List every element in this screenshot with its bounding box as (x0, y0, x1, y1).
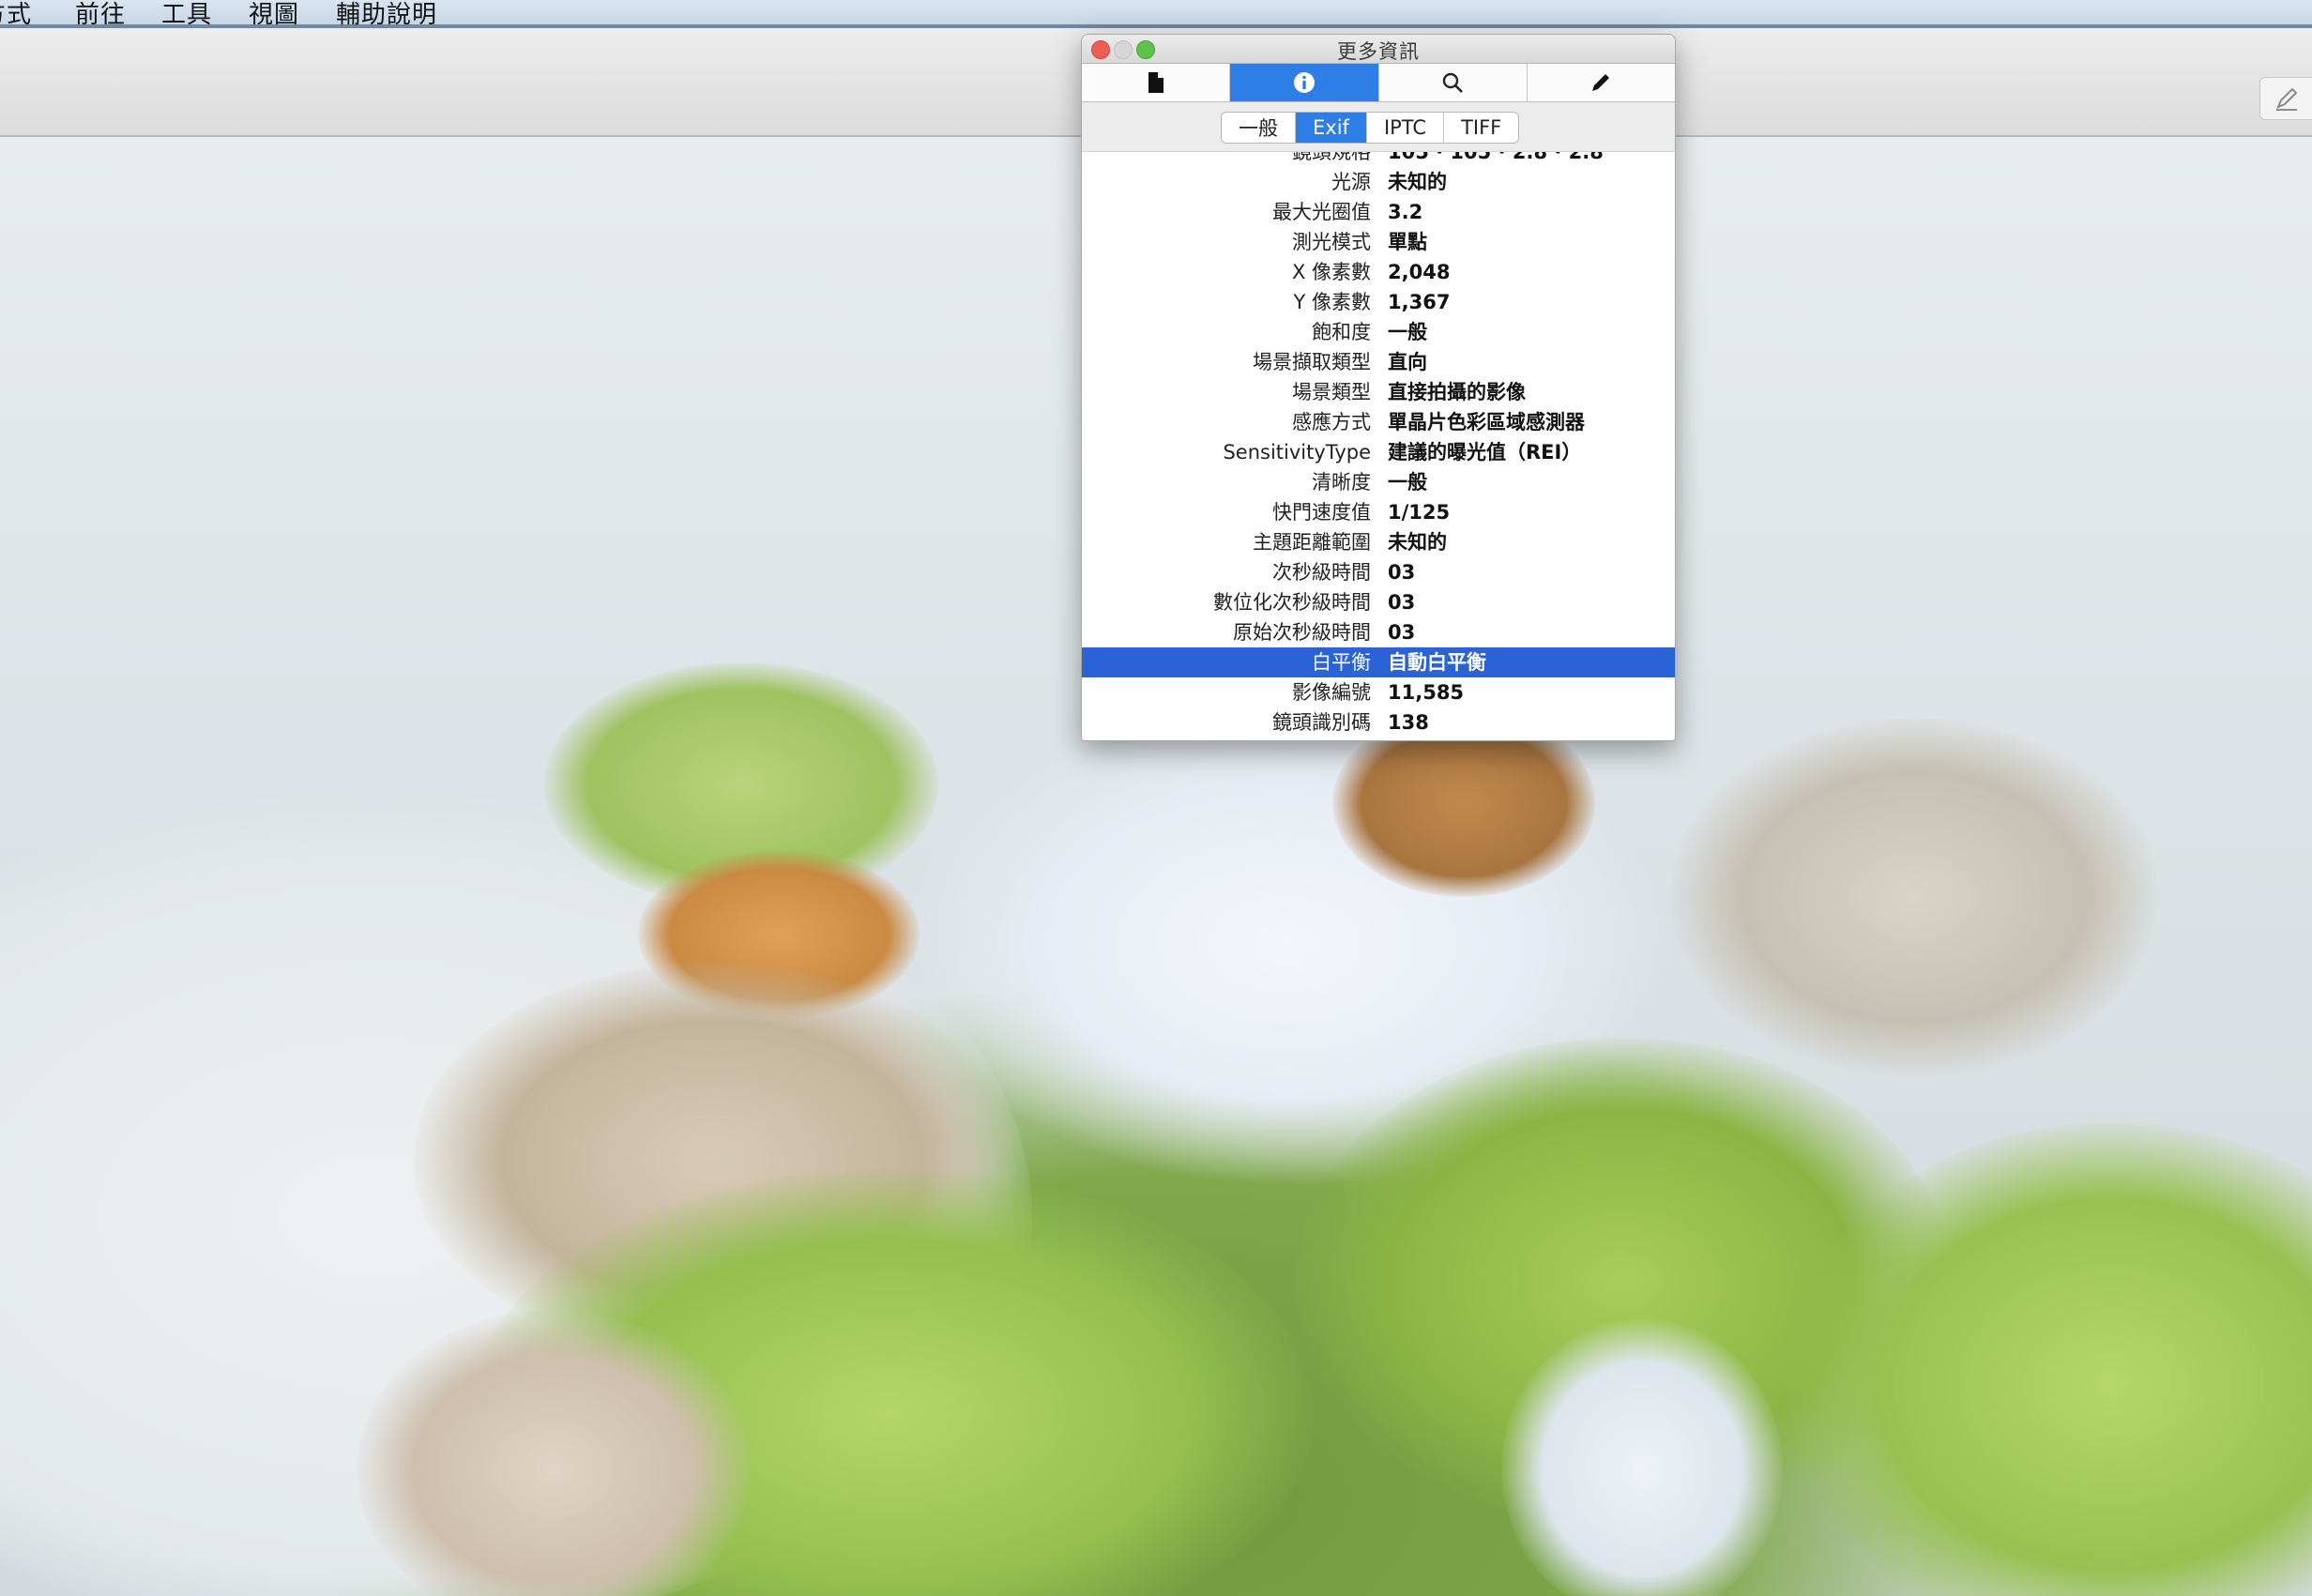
row-value: 直接拍攝的影像 (1388, 381, 1526, 403)
menu-format[interactable]: 方式 (0, 0, 32, 30)
row-value: 單點 (1388, 231, 1427, 253)
table-row[interactable]: 次秒級時間 03 (1082, 557, 1675, 587)
row-value: 未知的 (1388, 531, 1447, 554)
row-key: SensitivityType (1223, 441, 1371, 464)
table-row[interactable]: 清晰度 一般 (1082, 467, 1675, 497)
menu-tools[interactable]: 工具 (161, 0, 212, 30)
row-key: 數位化次秒級時間 (1213, 591, 1371, 614)
row-key: 清晰度 (1312, 471, 1371, 494)
menu-go[interactable]: 前往 (75, 0, 126, 30)
table-row-selected[interactable]: 白平衡 自動白平衡 (1082, 647, 1675, 677)
subtab-tiff[interactable]: TIFF (1444, 113, 1518, 143)
tab-general-info[interactable] (1082, 64, 1231, 101)
menu-view[interactable]: 視圖 (249, 0, 299, 30)
row-key: 測光模式 (1292, 231, 1371, 253)
row-value: 11,585 (1388, 681, 1465, 704)
row-value: 一般 (1388, 321, 1427, 343)
row-key: 快門速度值 (1272, 501, 1371, 524)
table-row[interactable]: X 像素數 2,048 (1082, 257, 1675, 287)
markup-pen-icon (2276, 87, 2298, 111)
row-value: 1/125 (1388, 501, 1451, 524)
row-value: 03 (1388, 591, 1416, 614)
row-value: 03 (1388, 561, 1416, 584)
row-value: 138 (1388, 711, 1429, 734)
table-row[interactable]: 原始次秒級時間 03 (1082, 617, 1675, 647)
segmented-control: 一般 Exif IPTC TIFF (1221, 112, 1520, 144)
more-info-window: 更多資訊 一般 Exif IPTC TIFF 鏡頭規格 105 · 105 · … (1081, 34, 1676, 741)
row-key: 場景擷取類型 (1253, 351, 1371, 373)
row-key: 感應方式 (1292, 411, 1371, 433)
row-key: 飽和度 (1312, 321, 1371, 343)
table-row[interactable]: 場景擷取類型 直向 (1082, 347, 1675, 377)
table-row[interactable]: 鏡頭規格 105 · 105 · 2.8 · 2.8 (1082, 152, 1675, 167)
tab-annotations[interactable] (1528, 64, 1675, 101)
table-row[interactable]: 最大光圈值 3.2 (1082, 197, 1675, 227)
tab-more-info[interactable] (1230, 64, 1379, 101)
row-key: 白平衡 (1312, 651, 1371, 674)
row-key: 最大光圈值 (1272, 201, 1371, 223)
row-key: 原始次秒級時間 (1233, 621, 1371, 644)
window-title: 更多資訊 (1337, 40, 1420, 63)
row-key: 鏡頭識別碼 (1272, 711, 1371, 734)
window-titlebar[interactable]: 更多資訊 (1082, 35, 1675, 64)
row-key: 鏡頭型號 (1082, 737, 1371, 740)
row-value: 未知的 (1388, 171, 1447, 193)
row-value: 105 · 105 · 2.8 · 2.8 (1388, 152, 1604, 163)
exif-table[interactable]: 鏡頭規格 105 · 105 · 2.8 · 2.8 光源 未知的 最大光圈值 3.2… (1082, 152, 1675, 740)
document-icon (1148, 72, 1164, 93)
table-row[interactable]: 快門速度值 1/125 (1082, 497, 1675, 527)
search-icon (1442, 72, 1464, 93)
table-row[interactable]: 飽和度 一般 (1082, 317, 1675, 347)
table-row[interactable]: 數位化次秒級時間 03 (1082, 587, 1675, 617)
row-value: 1,367 (1388, 291, 1451, 313)
row-value: 3.2 (1388, 201, 1423, 223)
table-row[interactable]: 鏡頭型號 (1082, 737, 1675, 740)
subtab-iptc[interactable]: IPTC (1367, 113, 1445, 143)
table-row[interactable]: 鏡頭識別碼 138 (1082, 707, 1675, 737)
tab-keywords[interactable] (1379, 64, 1528, 101)
table-row[interactable]: 場景類型 直接拍攝的影像 (1082, 377, 1675, 407)
row-key: X 像素數 (1291, 261, 1371, 283)
row-key: 主題距離範圍 (1253, 531, 1371, 554)
row-key: 次秒級時間 (1272, 561, 1371, 584)
row-value: 一般 (1388, 471, 1427, 494)
table-row[interactable]: 感應方式 單晶片色彩區域感測器 (1082, 407, 1675, 437)
row-key: Y 像素數 (1293, 291, 1371, 313)
pencil-icon (1592, 74, 1610, 91)
row-value: 2,048 (1388, 261, 1451, 283)
menu-bar: 方式 前往 工具 視圖 輔助說明 (0, 0, 2312, 30)
row-value: 建議的曝光值（REI） (1388, 441, 1582, 464)
subtab-general[interactable]: 一般 (1222, 113, 1296, 143)
row-key: 光源 (1331, 171, 1371, 193)
row-value: 03 (1388, 621, 1416, 644)
table-row[interactable]: 主題距離範圍 未知的 (1082, 527, 1675, 557)
menu-help[interactable]: 輔助說明 (336, 0, 437, 30)
table-row[interactable]: 測光模式 單點 (1082, 227, 1675, 257)
row-key: 影像編號 (1292, 681, 1371, 704)
markup-button[interactable] (2259, 77, 2312, 120)
inspector-tabs (1082, 64, 1675, 102)
subtab-bar: 一般 Exif IPTC TIFF (1082, 102, 1675, 152)
table-row[interactable]: 光源 未知的 (1082, 167, 1675, 197)
row-value: 自動白平衡 (1388, 651, 1486, 674)
table-row[interactable]: SensitivityType 建議的曝光值（REI） (1082, 437, 1675, 467)
chicken-piece (1670, 719, 2158, 1075)
row-key: 鏡頭規格 (1292, 152, 1371, 163)
info-icon (1293, 72, 1315, 93)
row-value: 直向 (1388, 351, 1427, 373)
row-value: 單晶片色彩區域感測器 (1388, 411, 1585, 433)
subtab-exif[interactable]: Exif (1296, 113, 1367, 143)
table-row[interactable]: 影像編號 11,585 (1082, 677, 1675, 707)
table-row[interactable]: Y 像素數 1,367 (1082, 287, 1675, 317)
row-key: 場景類型 (1292, 381, 1371, 403)
